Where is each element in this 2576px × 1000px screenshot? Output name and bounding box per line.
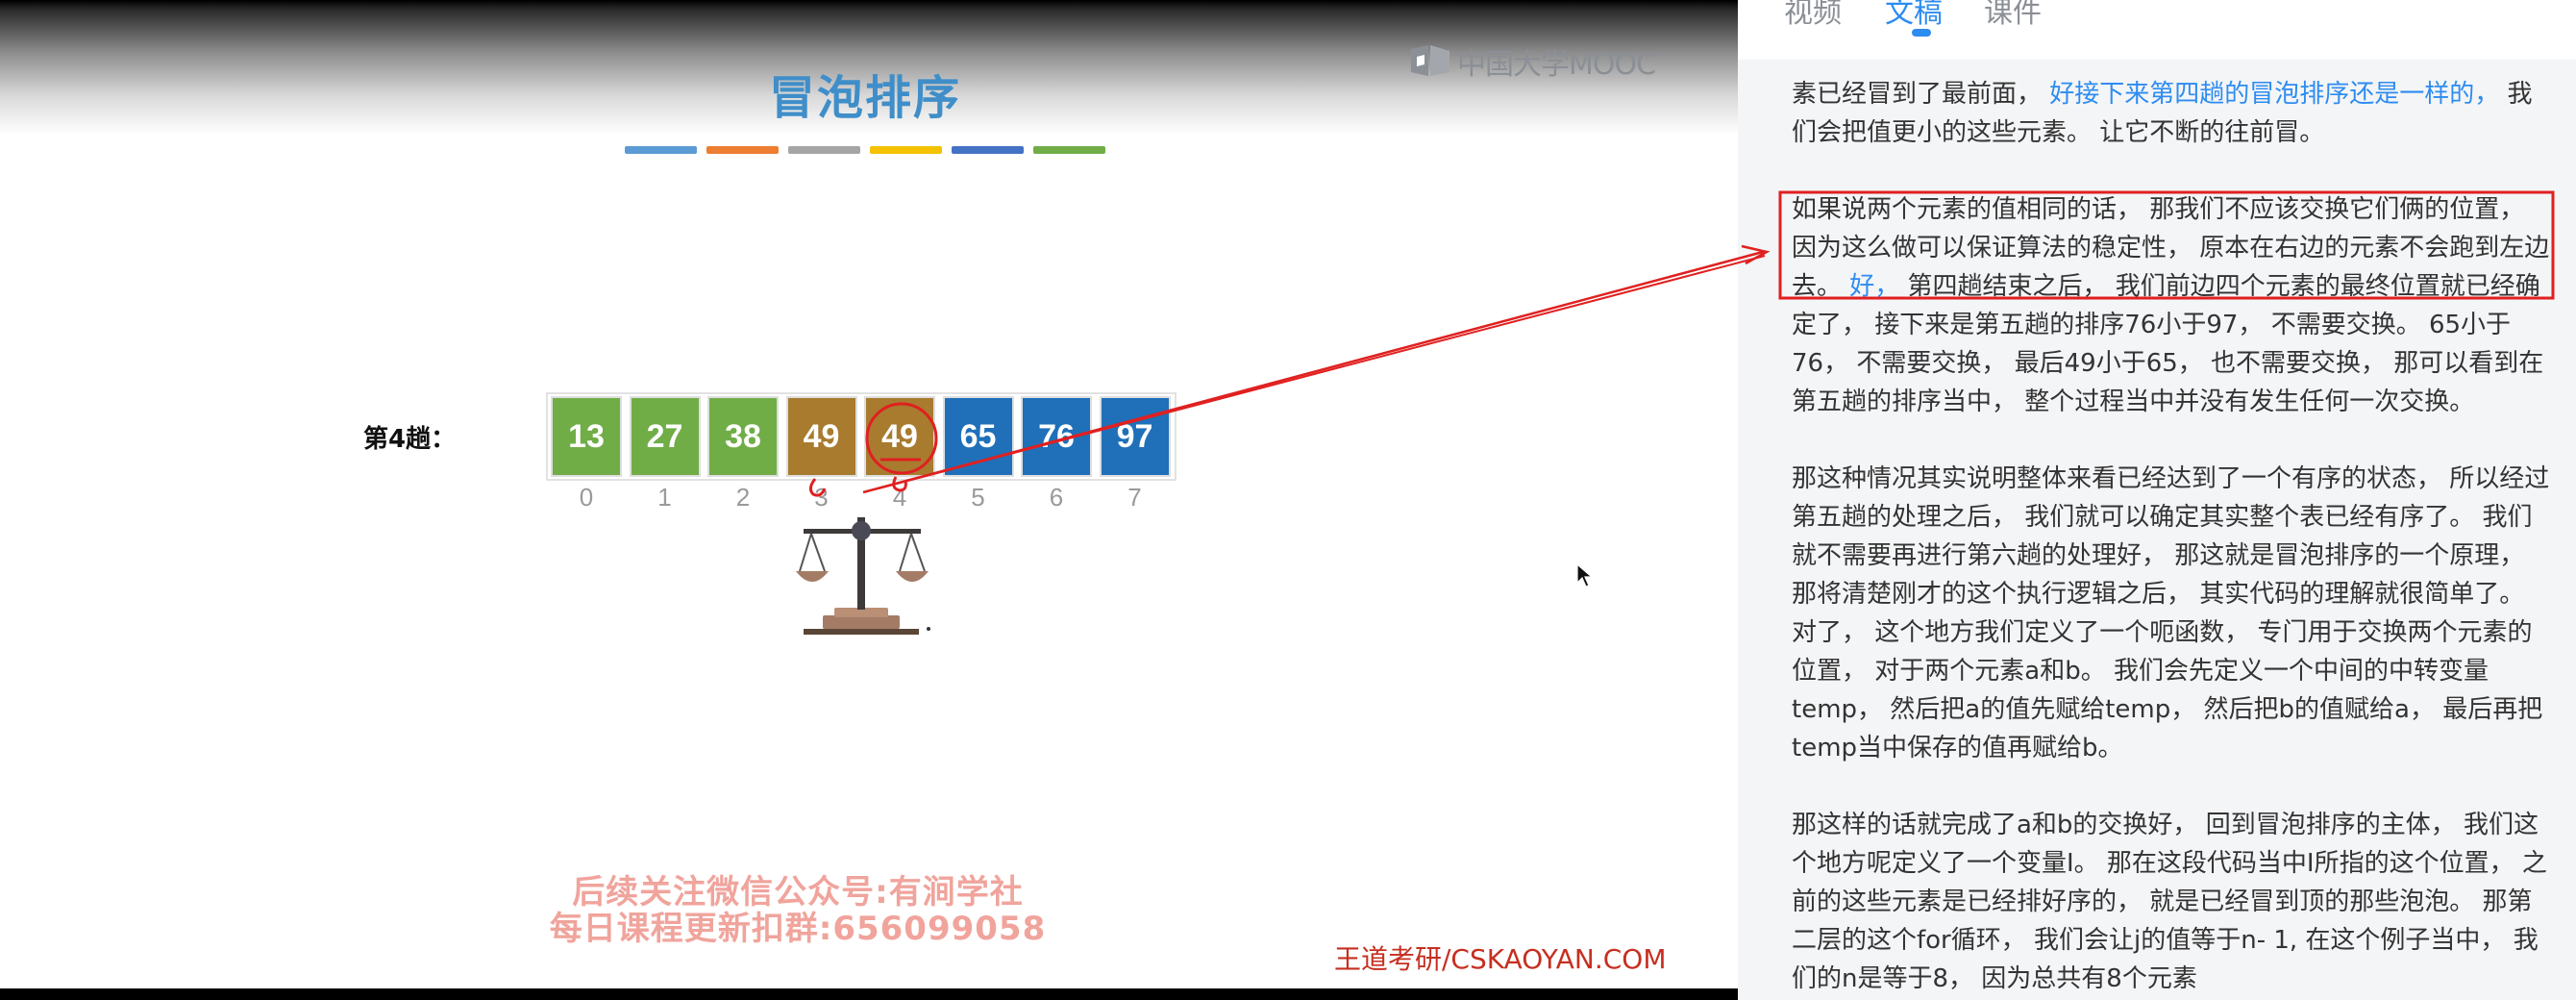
tab-bar: 视频 文稿 课件 <box>1738 0 2576 60</box>
array-index-label: 2 <box>735 483 751 512</box>
color-strip-segment <box>788 146 860 154</box>
array-cell: 49 <box>785 396 857 477</box>
transcript-paragraph[interactable]: 素已经冒到了最前面， 好接下来第四趟的冒泡排序还是一样的， 我们会把值更小的这些… <box>1792 75 2555 152</box>
color-strip-segment <box>870 146 942 154</box>
array-cell: 27 <box>629 396 701 477</box>
array-cell: 13 <box>551 396 622 477</box>
color-strip-segment <box>706 146 779 154</box>
array-cell: 65 <box>942 396 1014 477</box>
tab-transcript[interactable]: 文稿 <box>1885 0 1943 31</box>
transcript-paragraph[interactable]: 那这样的话就完成了a和b的交换好， 回到冒泡排序的主体， 我们这个地方呢定义了一… <box>1792 806 2555 998</box>
transcript-current-sentence: 好， <box>1849 272 1900 301</box>
pass-label: 第4趟： <box>363 425 457 454</box>
color-strip-segment <box>1033 146 1105 154</box>
mouse-cursor-icon <box>1576 563 1594 588</box>
array-index-label: 5 <box>971 483 985 512</box>
array-cell: 38 <box>707 396 779 477</box>
mooc-logo: 中国大学MOOC <box>1409 42 1656 82</box>
slide-title: 冒泡排序 <box>768 71 961 125</box>
color-strip-segment <box>952 146 1024 154</box>
mooc-logo-icon <box>1411 45 1449 76</box>
color-strip-segment <box>625 146 697 154</box>
array-index-label: 1 <box>657 483 672 512</box>
tab-courseware[interactable]: 课件 <box>1984 0 2042 31</box>
transcript-panel[interactable]: 视频 文稿 课件 素已经冒到了最前面， 好接下来第四趟的冒泡排序还是一样的， 我… <box>1738 0 2576 1000</box>
transcript-sentence: 素已经冒到了最前面， <box>1792 80 2050 109</box>
transcript-text: 素已经冒到了最前面， 好接下来第四趟的冒泡排序还是一样的， 我们会把值更小的这些… <box>1792 75 2555 1000</box>
array-index-label: 7 <box>1127 483 1142 512</box>
tab-video[interactable]: 视频 <box>1784 0 1842 31</box>
active-tab-indicator <box>1912 29 1931 37</box>
array-cell: 97 <box>1099 396 1171 477</box>
transcript-current-sentence: 好接下来第四趟的冒泡排序还是一样的， <box>2049 80 2500 109</box>
array-cell: 49 <box>864 396 935 477</box>
promo-line-2: 每日课程更新扣群:656099058 <box>549 910 1047 948</box>
array-index-label: 6 <box>1049 483 1064 512</box>
video-player[interactable]: 中国大学MOOC 冒泡排序 第4趟： 13 27 38 49 49 65 76 97 0123… <box>0 0 1738 1000</box>
transcript-sentence: 第四趟结束之后， 我们前边四个元素的最终位置就已经确定了， 接下来是第五趟的排序… <box>1792 272 2544 416</box>
video-bottom-bar <box>0 988 1738 1000</box>
mooc-logo-text: 中国大学MOOC <box>1457 48 1656 82</box>
watermark: 王道考研/CSKAOYAN.COM <box>1334 943 1667 975</box>
array-index-label: 0 <box>579 483 594 512</box>
transcript-paragraph[interactable]: 那这种情况其实说明整体来看已经达到了一个有序的状态， 所以经过第五趟的处理之后，… <box>1792 460 2555 767</box>
transcript-paragraph-selected[interactable]: 如果说两个元素的值相同的话， 那我们不应该交换它们俩的位置， 因为这么做可以保证… <box>1792 190 2555 421</box>
balance-scale-icon <box>796 517 930 635</box>
array-cell: 76 <box>1021 396 1092 477</box>
